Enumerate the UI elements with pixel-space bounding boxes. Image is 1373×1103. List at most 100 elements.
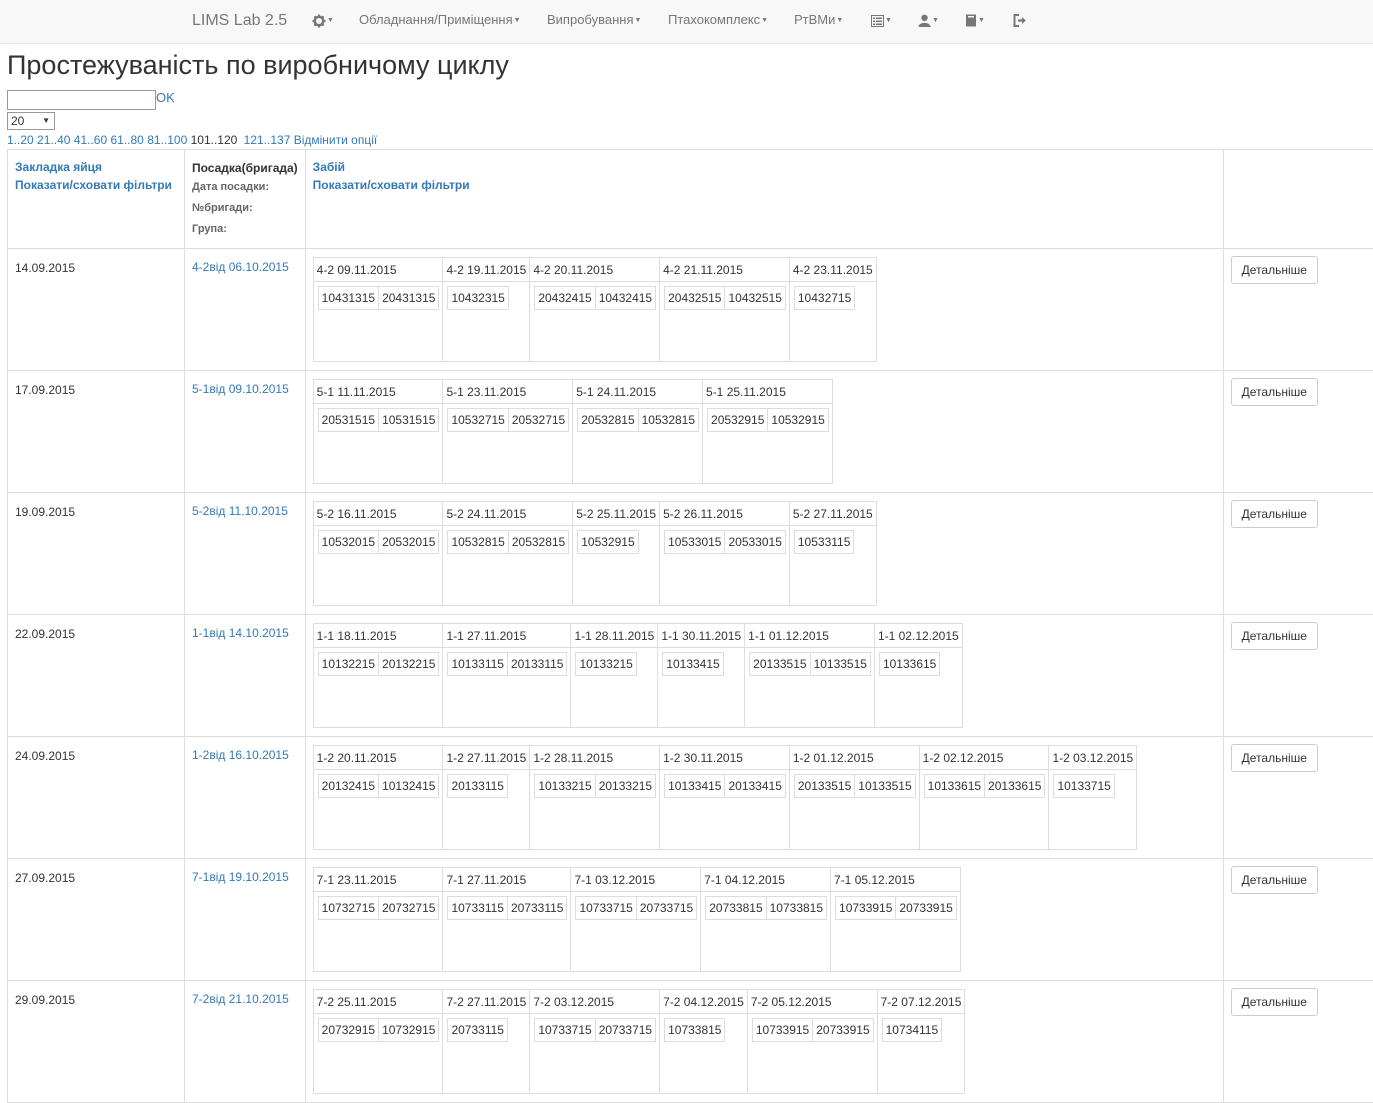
col-placement-title: Посадка(бригада) [192, 159, 298, 177]
batch-code: 20432415 [534, 286, 595, 310]
egg-laying-date: 24.09.2015 [8, 737, 185, 859]
details-button[interactable]: Детальніше [1231, 256, 1318, 284]
menu-equipment[interactable]: Обладнання/Приміщення▼ [359, 12, 521, 27]
slaughter-codes: 1013341520133415 [660, 770, 790, 850]
batch-code: 20733115 [507, 896, 568, 920]
slaughter-codes: 1073271520732715 [313, 892, 443, 972]
placement-link[interactable]: 7-1від 19.10.2015 [192, 867, 289, 884]
col-slaughter-title[interactable]: Забій [313, 158, 1216, 176]
details-button[interactable]: Детальніше [1231, 988, 1318, 1016]
batch-code: 10133215 [534, 774, 595, 798]
slaughter-table: 7-2 25.11.20157-2 27.11.20157-2 03.12.20… [313, 989, 966, 1094]
placement-cell: 5-2від 11.10.2015 [185, 493, 306, 615]
slaughter-batch-header: 5-1 11.11.2015 [313, 380, 443, 404]
toggle-filters-link[interactable]: Показати/сховати фільтри [313, 176, 1216, 194]
placement-link[interactable]: 4-2від 06.10.2015 [192, 257, 289, 274]
slaughter-batch-header: 1-1 27.11.2015 [443, 624, 571, 648]
list-menu[interactable]: ▼ [871, 12, 892, 27]
slaughter-codes: 1053281520532815 [443, 526, 573, 606]
slaughter-batch-header: 4-2 20.11.2015 [530, 258, 660, 282]
batch-code: 20733815 [705, 896, 766, 920]
placement-link[interactable]: 7-2від 21.10.2015 [192, 989, 289, 1006]
placement-cell: 4-2від 06.10.2015 [185, 249, 306, 371]
slaughter-batch-header: 1-2 30.11.2015 [660, 746, 790, 770]
caret-down-icon: ▼ [327, 17, 334, 24]
slaughter-codes-row: 2053151510531515105327152053271520532815… [313, 404, 832, 484]
caret-down-icon: ▼ [761, 17, 768, 24]
page-link[interactable]: 21..40 [37, 133, 70, 147]
batch-code: 10532815 [447, 530, 508, 554]
slaughter-codes: 1073311520733115 [443, 892, 571, 972]
batch-code: 20133115 [447, 774, 508, 798]
pagination: 1..20 21..40 41..60 61..80 81..100 101..… [7, 133, 377, 147]
slaughter-codes: 20133115 [443, 770, 530, 850]
ok-button[interactable]: OK [156, 90, 175, 105]
batch-code: 10132415 [378, 774, 439, 798]
slaughter-batch-header: 1-1 28.11.2015 [571, 624, 658, 648]
reset-options-link[interactable]: Відмінити опції [294, 133, 378, 147]
page-size-select[interactable]: 20 ▼ [7, 112, 55, 130]
slaughter-codes: 10133715 [1049, 770, 1137, 850]
page-link[interactable]: 1..20 [7, 133, 34, 147]
slaughter-batch-header: 7-2 07.12.2015 [877, 990, 965, 1014]
slaughter-codes: 1073391520733915 [747, 1014, 877, 1094]
batch-code: 20733715 [595, 1018, 656, 1042]
logout-icon [1013, 14, 1027, 27]
list-icon [871, 15, 884, 27]
menu-tests[interactable]: Випробування▼ [547, 12, 641, 27]
placement-cell: 7-2від 21.10.2015 [185, 981, 306, 1103]
slaughter-batch-header: 5-2 24.11.2015 [443, 502, 573, 526]
caret-down-icon: ▼ [514, 17, 521, 24]
slaughter-codes-row: 2073291510732915207331151073371520733715… [313, 1014, 965, 1094]
book-icon [965, 14, 977, 27]
slaughter-batch-header: 5-2 26.11.2015 [660, 502, 790, 526]
page-link[interactable]: 121..137 [244, 133, 291, 147]
placement-link[interactable]: 5-2від 11.10.2015 [192, 501, 288, 518]
batch-code: 10431315 [318, 286, 379, 310]
details-button[interactable]: Детальніше [1231, 622, 1318, 650]
brand[interactable]: LIMS Lab 2.5 [192, 12, 287, 30]
slaughter-codes: 2013241510132415 [313, 770, 443, 850]
menu-rtvmy-label: РтВМи [794, 12, 835, 27]
slaughter-batch-header: 4-2 19.11.2015 [443, 258, 530, 282]
menu-poultry-complex[interactable]: Птахокомплекс▼ [668, 12, 768, 27]
book-menu[interactable]: ▼ [965, 12, 985, 27]
slaughter-codes: 10532915 [573, 526, 660, 606]
batch-code: 10532815 [638, 408, 699, 432]
menu-rtvmy[interactable]: РтВМи▼ [794, 12, 843, 27]
slaughter-batch-header: 5-1 23.11.2015 [443, 380, 573, 404]
settings-menu[interactable]: ▼ [312, 12, 334, 28]
caret-down-icon: ▼ [634, 17, 641, 24]
slaughter-codes: 1013361520133615 [919, 770, 1049, 850]
brigade-number-label: №бригади: [192, 198, 298, 219]
page-link[interactable]: 61..80 [110, 133, 143, 147]
batch-code: 10733715 [534, 1018, 595, 1042]
batch-code: 10532015 [318, 530, 379, 554]
placement-link[interactable]: 5-1від 09.10.2015 [192, 379, 289, 396]
search-bar: OK [7, 90, 175, 110]
toggle-filters-link[interactable]: Показати/сховати фільтри [15, 176, 177, 194]
slaughter-batch-header: 1-2 27.11.2015 [443, 746, 530, 770]
slaughter-cell: 7-2 25.11.20157-2 27.11.20157-2 03.12.20… [305, 981, 1223, 1103]
slaughter-batch-header: 7-2 05.12.2015 [747, 990, 877, 1014]
slaughter-batch-header: 5-2 27.11.2015 [789, 502, 876, 526]
col-egg-laying-title[interactable]: Закладка яйця [15, 158, 177, 176]
egg-laying-date: 14.09.2015 [8, 249, 185, 371]
page-link[interactable]: 41..60 [74, 133, 107, 147]
placement-link[interactable]: 1-2від 16.10.2015 [192, 745, 289, 762]
details-button[interactable]: Детальніше [1231, 378, 1318, 406]
page-link[interactable]: 81..100 [147, 133, 187, 147]
table-row: 24.09.20151-2від 16.10.20151-2 20.11.201… [8, 737, 1373, 859]
details-button[interactable]: Детальніше [1231, 866, 1318, 894]
batch-code: 10733815 [664, 1018, 725, 1042]
user-menu[interactable]: ▼ [918, 12, 939, 27]
details-button[interactable]: Детальніше [1231, 744, 1318, 772]
details-button[interactable]: Детальніше [1231, 500, 1318, 528]
search-input[interactable] [7, 90, 156, 110]
placement-link[interactable]: 1-1від 14.10.2015 [192, 623, 289, 640]
batch-code: 20133515 [794, 774, 855, 798]
slaughter-codes: 1013311520133115 [443, 648, 571, 728]
placement-cell: 5-1від 09.10.2015 [185, 371, 306, 493]
logout-button[interactable] [1013, 12, 1027, 27]
slaughter-head-row: 5-1 11.11.20155-1 23.11.20155-1 24.11.20… [313, 380, 832, 404]
